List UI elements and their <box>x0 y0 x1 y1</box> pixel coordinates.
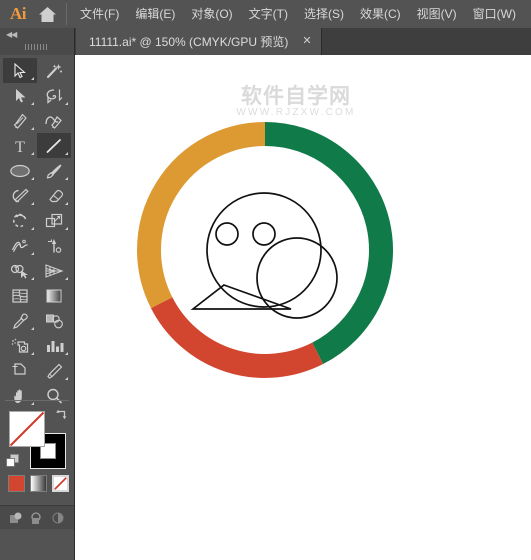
tool-corner-marker <box>31 102 34 105</box>
left-eye[interactable] <box>215 222 239 246</box>
panel-collapse-header[interactable]: ◀◀ <box>0 28 75 55</box>
tool-corner-marker <box>65 352 68 355</box>
pen-tool[interactable] <box>3 108 37 133</box>
menu-type[interactable]: 文字(T) <box>241 0 296 28</box>
tool-corner-marker <box>65 202 68 205</box>
document-tab-title: 11111.ai* @ 150% (CMYK/GPU 预览) <box>89 35 289 49</box>
none-mode-button[interactable] <box>52 475 69 492</box>
menu-items: 文件(F) 编辑(E) 对象(O) 文字(T) 选择(S) 效果(C) 视图(V… <box>72 0 524 28</box>
illustrator-window: Ai 文件(F) 编辑(E) 对象(O) 文字(T) 选择(S) 效果(C) 视… <box>0 0 531 560</box>
line-segment-tool[interactable] <box>37 133 71 158</box>
document-tab[interactable]: 11111.ai* @ 150% (CMYK/GPU 预览) ✕ <box>76 28 322 55</box>
swap-fill-stroke-button[interactable] <box>54 407 69 427</box>
symbol-sprayer-tool[interactable] <box>3 333 37 358</box>
collapse-arrows-icon[interactable]: ◀◀ <box>6 31 17 39</box>
inner-artwork[interactable] <box>190 192 338 319</box>
tool-corner-marker <box>65 277 68 280</box>
toolpanel-bottom-strip <box>0 529 75 560</box>
tool-corner-marker <box>65 177 68 180</box>
fill-swatch[interactable] <box>9 411 45 447</box>
tool-corner-marker <box>31 177 34 180</box>
mesh-tool[interactable] <box>3 283 37 308</box>
tool-corner-marker <box>31 152 34 155</box>
tool-corner-marker <box>31 127 34 130</box>
none-slash-icon <box>54 477 67 490</box>
none-slash-icon <box>9 411 45 447</box>
tools-panel: T <box>0 55 75 560</box>
paintbrush-tool[interactable] <box>37 158 71 183</box>
tool-corner-marker <box>65 152 68 155</box>
tab-bar: ◀◀ 11111.ai* @ 150% (CMYK/GPU 预览) ✕ <box>0 28 531 55</box>
right-eye[interactable] <box>252 222 276 246</box>
rotate-tool[interactable] <box>3 208 37 233</box>
curvature-tool[interactable] <box>37 108 71 133</box>
scale-tool[interactable] <box>37 208 71 233</box>
tool-corner-marker <box>31 227 34 230</box>
blend-tool[interactable] <box>37 308 71 333</box>
tool-corner-marker <box>31 352 34 355</box>
color-mode-button[interactable] <box>8 475 25 492</box>
menu-object[interactable]: 对象(O) <box>183 0 240 28</box>
direct-selection-tool[interactable] <box>3 83 37 108</box>
eyedropper-tool[interactable] <box>3 308 37 333</box>
ai-logo-icon: Ai <box>10 4 27 23</box>
tools-grid: T <box>3 58 71 408</box>
artboard[interactable]: 软件自学网 WWW.RJZXW.COM <box>76 55 531 505</box>
tool-corner-marker <box>31 277 34 280</box>
tool-corner-marker <box>31 202 34 205</box>
ellipse-tool[interactable] <box>3 158 37 183</box>
free-transform-tool[interactable] <box>37 233 71 258</box>
artboard-tool[interactable] <box>3 358 37 383</box>
svg-text:T: T <box>15 139 25 154</box>
donut-slice-green[interactable] <box>264 122 393 365</box>
document-canvas[interactable]: 软件自学网 WWW.RJZXW.COM <box>76 55 531 505</box>
selection-tool[interactable] <box>3 58 37 83</box>
tool-corner-marker <box>65 377 68 380</box>
color-controls <box>0 401 75 505</box>
default-fill-stroke-button[interactable] <box>6 454 20 473</box>
type-tool[interactable]: T <box>3 133 37 158</box>
eraser-tool[interactable] <box>37 183 71 208</box>
menu-select[interactable]: 选择(S) <box>296 0 352 28</box>
home-icon[interactable] <box>30 0 64 28</box>
menu-file[interactable]: 文件(F) <box>72 0 127 28</box>
menu-view[interactable]: 视图(V) <box>409 0 465 28</box>
shaper-tool[interactable] <box>3 183 37 208</box>
panel-drag-grip[interactable] <box>25 44 49 50</box>
slice-tool[interactable] <box>37 358 71 383</box>
big-circle[interactable] <box>206 192 322 308</box>
donut-chart[interactable] <box>137 122 393 378</box>
small-circle[interactable] <box>256 237 338 319</box>
lasso-tool[interactable] <box>37 83 71 108</box>
tool-corner-marker <box>65 102 68 105</box>
menubar-divider <box>66 3 67 25</box>
draw-behind-button[interactable] <box>30 510 45 525</box>
drawing-modes-row <box>0 505 75 529</box>
gradient-tool[interactable] <box>37 283 71 308</box>
donut-slice-orange[interactable] <box>137 122 266 309</box>
donut-slice-red[interactable] <box>150 296 324 378</box>
menu-effect[interactable]: 效果(C) <box>352 0 409 28</box>
draw-normal-button[interactable] <box>9 510 24 525</box>
color-mode-row <box>8 475 69 492</box>
artwork-svg[interactable] <box>76 55 531 505</box>
tool-corner-marker <box>31 77 34 80</box>
tool-corner-marker <box>65 227 68 230</box>
menu-bar: Ai 文件(F) 编辑(E) 对象(O) 文字(T) 选择(S) 效果(C) 视… <box>0 0 531 28</box>
column-graph-tool[interactable] <box>37 333 71 358</box>
draw-inside-button[interactable] <box>51 510 66 525</box>
gradient-mode-button[interactable] <box>30 475 47 492</box>
menu-edit[interactable]: 编辑(E) <box>127 0 183 28</box>
tool-corner-marker <box>31 252 34 255</box>
width-tool[interactable] <box>3 233 37 258</box>
shape-builder-tool[interactable] <box>3 258 37 283</box>
close-icon[interactable]: ✕ <box>302 36 311 47</box>
menu-window[interactable]: 窗口(W) <box>465 0 524 28</box>
tool-corner-marker <box>31 327 34 330</box>
magic-wand-tool[interactable] <box>37 58 71 83</box>
perspective-grid-tool[interactable] <box>37 258 71 283</box>
